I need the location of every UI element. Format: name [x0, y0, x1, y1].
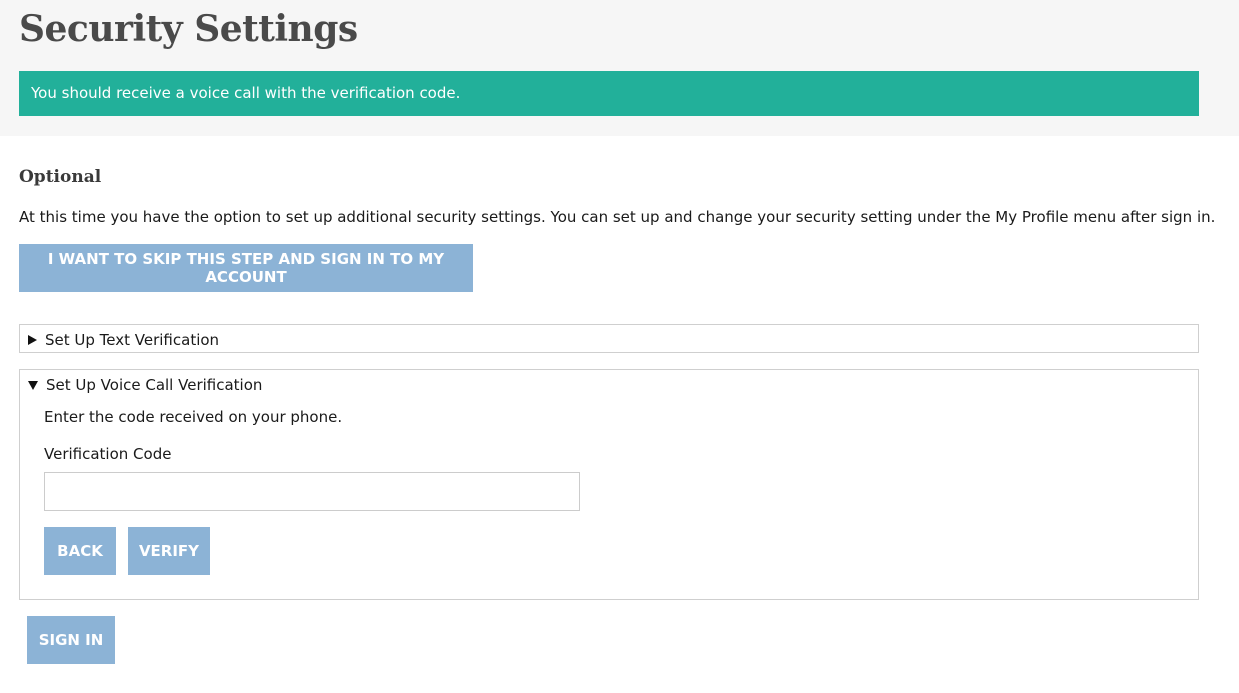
voice-verification-toggle[interactable]: Set Up Voice Call Verification [28, 376, 262, 394]
verify-button[interactable]: VERIFY [128, 527, 210, 575]
text-verification-label: Set Up Text Verification [45, 331, 220, 349]
voice-verification-panel: Set Up Voice Call Verification Enter the… [19, 369, 1199, 600]
voice-instruction-text: Enter the code received on your phone. [44, 408, 343, 426]
verification-code-label: Verification Code [44, 445, 172, 463]
text-verification-toggle[interactable]: Set Up Text Verification [28, 331, 219, 349]
verification-code-input[interactable] [44, 472, 580, 511]
skip-and-sign-in-button[interactable]: I WANT TO SKIP THIS STEP AND SIGN IN TO … [19, 244, 473, 292]
text-verification-panel: Set Up Text Verification [19, 324, 1199, 353]
success-alert: You should receive a voice call with the… [19, 71, 1199, 116]
optional-heading: Optional [19, 167, 102, 187]
back-button[interactable]: BACK [44, 527, 116, 575]
page-title: Security Settings [19, 8, 358, 50]
triangle-down-icon [28, 380, 38, 390]
triangle-right-icon [28, 335, 37, 345]
voice-verification-label: Set Up Voice Call Verification [46, 376, 263, 394]
sign-in-button[interactable]: SIGN IN [27, 616, 115, 664]
optional-intro-text: At this time you have the option to set … [19, 208, 1216, 226]
page-header: Security Settings You should receive a v… [0, 0, 1239, 136]
